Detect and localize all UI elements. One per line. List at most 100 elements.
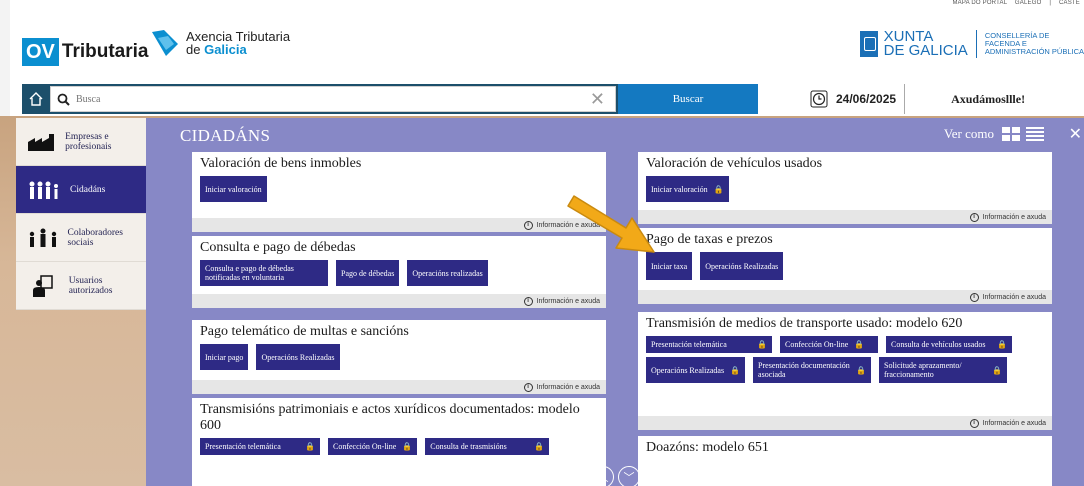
confeccion-online-button[interactable]: Confección On-line 🔒 (780, 336, 878, 353)
help-link[interactable]: Axudámosllle! (905, 84, 1084, 114)
card-title: Transmisión de medios de transporte usad… (646, 316, 963, 331)
operacions-realizadas-button[interactable]: Operacións realizadas (407, 260, 488, 286)
search-field[interactable]: ✕ (50, 86, 616, 112)
operacions-realizadas-button[interactable]: Operacións Realizadas (700, 252, 784, 280)
iniciar-valoracion-button[interactable]: Iniciar valoración (200, 176, 267, 202)
search-icon (57, 93, 70, 106)
info-help-link[interactable]: i Información e axuda (638, 210, 1052, 224)
date-display: 24/06/2025 (758, 84, 906, 114)
current-date: 24/06/2025 (836, 92, 897, 106)
collaborators-icon (29, 228, 56, 247)
info-help-link[interactable]: i Información e axuda (192, 294, 606, 308)
info-icon: i (523, 296, 533, 306)
consellaria-name: CONSELLERÍA DE FACENDA E ADMINISTRACIÓN … (984, 31, 1084, 56)
search-bar: ✕ Buscar 24/06/2025 Axudámosllle! (22, 84, 1084, 114)
solicitude-aprazamento-button[interactable]: Solicitude aprazamento/ fraccionamento 🔒 (879, 357, 1008, 383)
info-help-link[interactable]: i Información e axuda (192, 218, 606, 232)
lock-icon: 🔒 (534, 442, 545, 451)
ov-tributaria-logo[interactable]: OV Tributaria (22, 38, 148, 66)
portal-map-link[interactable]: MAPA DO PORTAL (952, 0, 1007, 6)
lock-icon: 🔒 (856, 365, 867, 375)
presentacion-documentacion-button[interactable]: Presentación documentación asociada 🔒 (753, 357, 872, 383)
card-title: Valoración de vehículos usados (646, 156, 823, 171)
atriga-logo[interactable]: Axencia Tributaria de Galicia (150, 28, 290, 58)
sidebar-item-label: Colaboradores sociais (67, 227, 123, 248)
consulta-pago-debedas-button[interactable]: Consulta e pago de débedas notificadas e… (200, 260, 328, 286)
sidebar-item-colaboradores[interactable]: Colaboradores sociais (16, 214, 146, 262)
card-doazons: Doazóns: modelo 651 (638, 436, 1052, 486)
info-icon: i (969, 292, 979, 302)
consulta-vehiculos-usados-button[interactable]: Consulta de vehículos usados 🔒 (886, 336, 1012, 353)
agency-name: Axencia Tributaria de Galicia (186, 29, 291, 57)
info-icon: i (523, 382, 533, 392)
card-transmisions-patrimoniais: Transmisións patrimoniais e actos xurídi… (192, 398, 606, 486)
site-header: OV Tributaria Axencia Tributaria de Gali… (22, 8, 1084, 80)
card-valoracion-bens: Valoración de bens inmobles Iniciar valo… (192, 152, 606, 232)
info-icon: i (523, 220, 533, 230)
clock-icon (810, 90, 828, 108)
search-input[interactable] (76, 93, 590, 105)
operacions-realizadas-button[interactable]: Operacións Realizadas (256, 344, 340, 370)
main-content: CIDADÁNS Ver como ✕ Valoración de bens i… (146, 118, 1084, 486)
card-title: Consulta e pago de débedas (200, 240, 356, 255)
home-icon (29, 92, 43, 106)
view-as-toggle: Ver como (944, 126, 1044, 142)
lang-castellano-link[interactable]: CASTE (1059, 0, 1080, 6)
sidebar-item-label: Empresas e profesionais (65, 131, 112, 152)
lang-galego-link[interactable]: GALEGO (1015, 0, 1042, 6)
page-title: CIDADÁNS (180, 126, 271, 145)
xunta-name: XUNTA DE GALICIA (884, 29, 977, 58)
lock-icon: 🔒 (305, 442, 315, 451)
lock-icon: 🔒 (713, 184, 724, 194)
factory-icon (27, 133, 54, 151)
ov-title: Tributaria (61, 41, 149, 62)
card-title: Pago telemático de multas e sancións (200, 324, 409, 339)
home-button[interactable] (22, 84, 50, 114)
scroll-down-icon[interactable]: ﹀ (618, 466, 640, 486)
info-help-link[interactable]: i Información e axuda (638, 290, 1052, 304)
close-icon[interactable]: ✕ (1069, 124, 1082, 144)
iniciar-pago-button[interactable]: Iniciar pago (200, 344, 249, 370)
clear-search-icon[interactable]: ✕ (590, 90, 605, 108)
sidebar-item-label: Usuarios autorizados (68, 275, 113, 296)
lock-icon: 🔒 (402, 442, 413, 451)
presentacion-telematica-button[interactable]: Presentación telemática 🔒 (646, 336, 772, 353)
card-title: Valoración de bens inmobles (200, 156, 362, 171)
info-icon: i (969, 212, 979, 222)
operacions-realizadas-button[interactable]: Operacións Realizadas 🔒 (646, 357, 746, 383)
info-icon: i (969, 418, 979, 428)
lock-icon: 🔒 (854, 340, 865, 349)
card-transmision-transporte: Transmisión de medios de transporte usad… (638, 312, 1052, 430)
sidebar-item-empresas[interactable]: Empresas e profesionais (16, 118, 146, 166)
card-valoracion-vehiculos: Valoración de vehículos usados Iniciar v… (638, 152, 1052, 224)
sidebar-item-usuarios[interactable]: Usuarios autorizados (16, 262, 146, 310)
sidebar-item-cidadans[interactable]: Cidadáns (16, 166, 146, 214)
card-title: Doazóns: modelo 651 (646, 440, 769, 455)
xunta-logo[interactable]: XUNTA DE GALICIA CONSELLERÍA DE FACENDA … (859, 29, 1084, 58)
info-help-link[interactable]: i Información e axuda (638, 416, 1052, 430)
card-multas-sancions: Pago telemático de multas e sancións Ini… (192, 320, 606, 394)
card-title: Pago de taxas e prezos (646, 232, 773, 247)
card-title: Transmisións patrimoniais e actos xurídi… (200, 402, 580, 433)
sidebar-item-label: Cidadáns (70, 184, 106, 195)
pago-debedas-button[interactable]: Pago de débedas (336, 260, 400, 286)
ov-mark: OV (22, 38, 59, 66)
lang-separator: | (1049, 0, 1052, 6)
atriga-logo-icon (152, 30, 178, 56)
grid-view-icon[interactable] (1002, 127, 1020, 141)
scroll-up-icon[interactable]: ︿ (592, 466, 614, 486)
list-view-icon[interactable] (1026, 127, 1044, 141)
consulta-trasmisions-button[interactable]: Consulta de trasmisións 🔒 (425, 438, 550, 455)
sidebar: Empresas e profesionais Cidadáns Colabor… (16, 118, 146, 310)
card-consulta-pago-debedas: Consulta e pago de débedas Consulta e pa… (192, 236, 606, 308)
search-button[interactable]: Buscar (618, 84, 758, 114)
lock-icon: 🔒 (997, 340, 1007, 349)
confeccion-online-button[interactable]: Confección On-line 🔒 (328, 438, 418, 455)
pointer-arrow-annotation (567, 195, 655, 253)
scroll-controls: ︿ ﹀ (592, 466, 644, 486)
lock-icon: 🔒 (757, 340, 767, 349)
top-utility-links: MAPA DO PORTAL GALEGO | CASTE (946, 0, 1080, 6)
lock-icon: 🔒 (730, 365, 741, 375)
info-help-link[interactable]: i Información e axuda (192, 380, 606, 394)
presentacion-telematica-button[interactable]: Presentación telemática 🔒 (200, 438, 320, 455)
